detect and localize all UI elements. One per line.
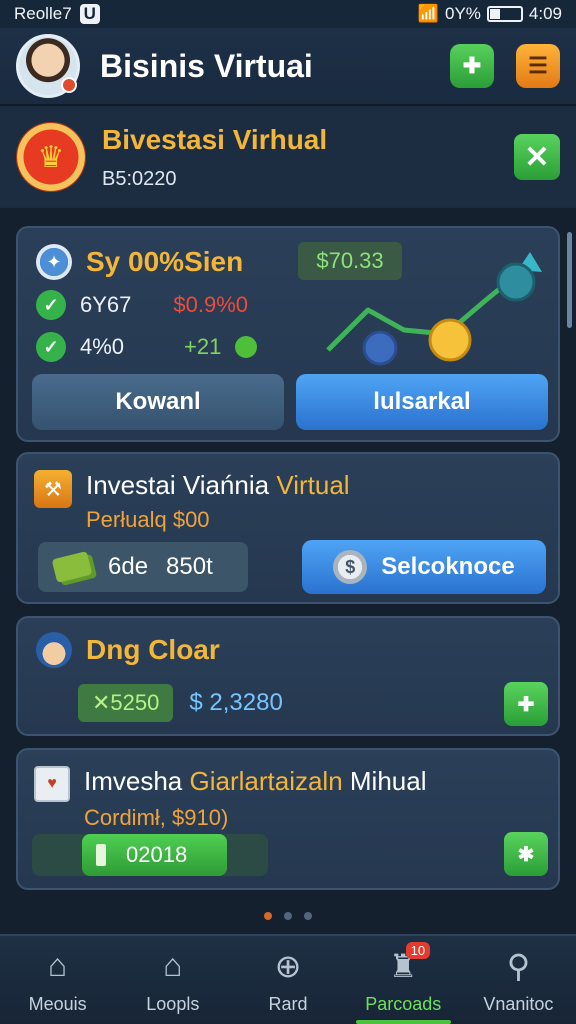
bar-icon bbox=[96, 844, 106, 866]
puzzle-button[interactable]: ✚ bbox=[504, 682, 548, 726]
check-icon: ✓ bbox=[36, 290, 66, 320]
avatar-badge-icon bbox=[61, 77, 77, 93]
nav-home[interactable]: ⌂ Meouis bbox=[0, 936, 115, 1024]
app-title: Bisinis Virtuai bbox=[100, 47, 313, 84]
amount-label: $ 2,3280 bbox=[189, 689, 283, 716]
investment-subtitle: Perłualq $00 bbox=[86, 507, 210, 532]
portfolio-title: Sy 00%Sien bbox=[86, 246, 244, 277]
stat-gain: +21 bbox=[184, 334, 222, 359]
goal-progress-fill: 02018 bbox=[82, 834, 227, 876]
account-card: Dng Cloar ✕5250 $ 2,3280 ✚ bbox=[16, 616, 560, 736]
investment-title: Investai Viańnia Virtual bbox=[86, 470, 350, 500]
puzzle-button[interactable]: ✚ bbox=[450, 44, 494, 88]
nav-rewards[interactable]: ♜ 10 Parcoads bbox=[346, 936, 461, 1024]
page-dot[interactable] bbox=[304, 912, 312, 920]
coin-bag-icon bbox=[235, 336, 258, 358]
progress-value: 02018 bbox=[126, 842, 188, 867]
money-box: 6de 850t bbox=[38, 542, 248, 592]
select-button[interactable]: $ Selcoknoce bbox=[302, 540, 546, 594]
plus-circle-icon: ⊕ bbox=[274, 947, 302, 984]
bottom-nav: ⌂ Meouis ⌂ Loopls ⊕ Rard ♜ 10 Parcoads ⚲… bbox=[0, 934, 576, 1024]
stat-change: $0.9%0 bbox=[173, 292, 249, 317]
carrier-label: Reolle7 bbox=[14, 4, 72, 23]
close-button[interactable]: ✕ bbox=[514, 134, 560, 180]
goal-card: ♥ Imvesha Giarlartaizaln Mihual Cordimł,… bbox=[16, 748, 560, 890]
notification-icon: U bbox=[79, 4, 100, 24]
stat-value: 6Y67 bbox=[80, 292, 132, 317]
banner-subtitle: B5:0220 bbox=[102, 167, 177, 190]
close-icon: ✕ bbox=[524, 140, 550, 174]
nav-label: Rard bbox=[268, 993, 308, 1014]
stat-value: 4%0 bbox=[80, 334, 125, 359]
nav-label: Parcoads bbox=[365, 993, 442, 1014]
goal-progress-bar: 02018 bbox=[32, 834, 268, 876]
investment-card: ⚒ Investai Viańnia Virtual Perłualq $00 … bbox=[16, 452, 560, 604]
nav-label: Loopls bbox=[146, 993, 200, 1014]
person-icon bbox=[36, 632, 72, 668]
scrollbar[interactable] bbox=[567, 232, 572, 328]
page-dot[interactable] bbox=[264, 912, 272, 920]
star-button[interactable]: ✱ bbox=[504, 832, 548, 876]
battery-text: 0Y% bbox=[444, 4, 481, 23]
cash-icon bbox=[51, 551, 93, 583]
menu-button[interactable]: ☰ bbox=[516, 44, 560, 88]
growth-chart bbox=[326, 252, 542, 366]
home-icon: ⌂ bbox=[47, 947, 68, 983]
check-icon: ✓ bbox=[36, 332, 66, 362]
compass-icon: ✦ bbox=[36, 244, 72, 280]
nav-label: Vnanitoc bbox=[483, 993, 554, 1014]
page-dot[interactable] bbox=[284, 912, 292, 920]
coin-icon bbox=[428, 318, 472, 362]
app-header: Bisinis Virtuai ✚ ☰ bbox=[0, 28, 576, 106]
select-button-label: Selcoknoce bbox=[381, 553, 515, 580]
nav-label: Meouis bbox=[28, 993, 87, 1014]
nav-shop[interactable]: ⌂ Loopls bbox=[115, 936, 230, 1024]
nav-add[interactable]: ⊕ Rard bbox=[230, 936, 345, 1024]
puzzle-icon: ✚ bbox=[462, 53, 482, 78]
wifi-icon: 📶 bbox=[417, 4, 439, 23]
notification-badge: 10 bbox=[405, 942, 431, 959]
portfolio-card: ✦ Sy 00%Sien $70.33 ✓ 6Y67 $0.9%0 ✓ 4%0 … bbox=[16, 226, 560, 442]
money-value: 850t bbox=[166, 553, 213, 580]
house-icon: ⌂ bbox=[163, 947, 183, 983]
puzzle-icon: ✚ bbox=[517, 693, 535, 716]
gear-icon bbox=[496, 262, 536, 302]
clock: 4:09 bbox=[528, 4, 562, 23]
nav-search[interactable]: ⚲ Vnanitoc bbox=[461, 936, 576, 1024]
menu-icon: ☰ bbox=[528, 53, 548, 78]
right-action-button[interactable]: lulsarkal bbox=[296, 374, 548, 430]
avatar[interactable] bbox=[16, 34, 80, 98]
money-label: 6de bbox=[108, 553, 149, 580]
coin-icon: $ bbox=[333, 550, 368, 584]
crown-icon: ♛ bbox=[16, 122, 86, 192]
status-bar: Reolle7 U 📶 0Y% 4:09 bbox=[0, 0, 576, 28]
sparkle-icon: ✱ bbox=[517, 843, 535, 866]
document-icon: ♥ bbox=[34, 766, 70, 802]
goal-subtitle: Cordimł, $910) bbox=[84, 805, 229, 830]
page-indicator bbox=[0, 912, 576, 920]
value-chip: ✕5250 bbox=[78, 684, 174, 722]
pickaxe-icon: ⚒ bbox=[34, 470, 72, 508]
badge-icon bbox=[362, 330, 398, 366]
goal-title: Imvesha Giarlartaizaln Mihual bbox=[84, 766, 427, 796]
banner-title: Bivestasi Virhual bbox=[102, 123, 328, 155]
account-title: Dng Cloar bbox=[86, 634, 220, 665]
investment-banner: ♛ Bivestasi Virhual B5:0220 ✕ bbox=[0, 108, 576, 206]
search-icon: ⚲ bbox=[506, 947, 531, 984]
left-action-button[interactable]: Kowanl bbox=[32, 374, 284, 430]
battery-icon bbox=[486, 6, 523, 22]
